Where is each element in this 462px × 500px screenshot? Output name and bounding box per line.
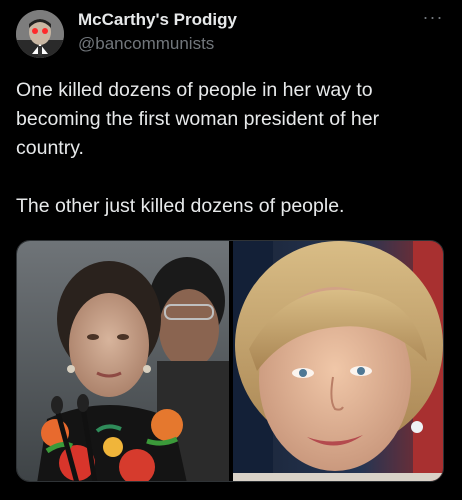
author-handle[interactable]: @bancommunists — [78, 34, 214, 54]
post-card[interactable]: McCarthy's Prodigy @bancommunists ··· On… — [0, 0, 462, 500]
post-media[interactable] — [16, 240, 444, 482]
author-display-name[interactable]: McCarthy's Prodigy — [78, 10, 237, 30]
photo-left — [17, 241, 229, 481]
post-body: One killed dozens of people in her way t… — [16, 76, 446, 221]
post-text-line-1: One killed dozens of people in her way t… — [16, 79, 380, 159]
user-avatar-icon[interactable] — [16, 10, 64, 58]
more-horizontal-icon[interactable]: ··· — [418, 6, 448, 28]
photo-right — [233, 241, 443, 481]
post-text-line-2: The other just killed dozens of people. — [16, 195, 345, 217]
